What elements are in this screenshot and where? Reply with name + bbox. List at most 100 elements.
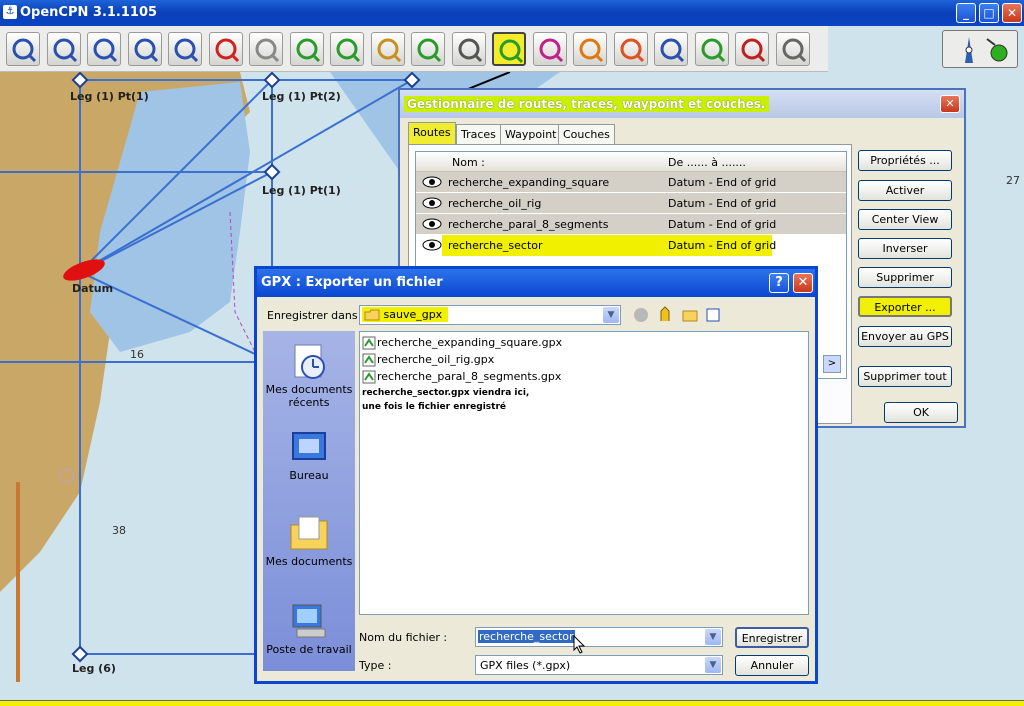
main-titlebar: ⚓ OpenCPN 3.1.1105 _ □ ✕ bbox=[0, 0, 1024, 26]
maximize-button[interactable]: □ bbox=[979, 3, 999, 23]
reverse-button[interactable]: Inverser bbox=[858, 238, 952, 259]
delete-button[interactable]: Supprimer bbox=[858, 267, 952, 288]
place-label: Mes documents bbox=[265, 555, 353, 568]
sunset-button[interactable] bbox=[573, 32, 607, 66]
zoom-out-button[interactable] bbox=[46, 32, 81, 66]
route-row[interactable]: recherche_expanding_square Datum - End of… bbox=[416, 172, 846, 193]
save-button[interactable]: Enregistrer bbox=[735, 627, 809, 648]
tab-routes[interactable]: Routes bbox=[408, 122, 456, 144]
save-in-label: Enregistrer dans : bbox=[267, 309, 365, 322]
center-view-button[interactable]: Center View bbox=[858, 209, 952, 230]
help-button[interactable]: ? bbox=[769, 273, 789, 293]
opencpn-app-icon: ⚓ bbox=[3, 5, 17, 19]
minimize-button[interactable]: _ bbox=[956, 3, 976, 23]
route-button[interactable] bbox=[168, 32, 202, 66]
view-menu-icon bbox=[706, 308, 720, 322]
autotrack-button[interactable] bbox=[775, 32, 810, 66]
place-my-computer[interactable]: Poste de travail bbox=[263, 601, 355, 656]
settings-button[interactable] bbox=[249, 32, 283, 66]
recent-documents-icon bbox=[294, 344, 325, 379]
type-combo[interactable]: GPX files (*.gpx) ▼ bbox=[475, 655, 723, 675]
compass-gps-box[interactable] bbox=[942, 30, 1018, 68]
scale-in-button[interactable] bbox=[87, 32, 121, 66]
print-button[interactable] bbox=[451, 32, 486, 66]
tab-waypoint[interactable]: Waypoint bbox=[500, 124, 562, 144]
file-item[interactable]: recherche_paral_8_segments.gpx bbox=[362, 370, 561, 384]
visibility-eye-icon[interactable] bbox=[422, 238, 442, 252]
ok-button[interactable]: OK bbox=[884, 402, 958, 423]
mark-button[interactable] bbox=[330, 32, 364, 66]
chevron-down-icon[interactable]: ▼ bbox=[705, 657, 721, 673]
up-folder-icon bbox=[660, 306, 670, 321]
file-list[interactable]: recherche_sector.gpx viendra ici, une fo… bbox=[359, 331, 809, 615]
scale-in-icon bbox=[93, 38, 118, 63]
filename-input[interactable]: recherche_sector ▼ bbox=[475, 627, 723, 647]
tide-button[interactable] bbox=[370, 32, 405, 66]
chevron-down-icon[interactable]: ▼ bbox=[603, 307, 619, 323]
routes-list-header: Nom : De ...... à ....... bbox=[416, 152, 846, 172]
route-row[interactable]: recherche_oil_rig Datum - End of grid bbox=[416, 193, 846, 214]
desktop-icon bbox=[292, 432, 326, 460]
properties-button[interactable]: Propriétés ... bbox=[858, 150, 952, 171]
filename-value: recherche_sector bbox=[478, 630, 575, 643]
type-value: GPX files (*.gpx) bbox=[480, 659, 571, 672]
route-manager-icon bbox=[499, 39, 524, 64]
waypoint-label: Leg (1) Pt(1) bbox=[262, 184, 341, 197]
place-desktop[interactable]: Bureau bbox=[263, 427, 355, 482]
scale-bar bbox=[16, 482, 20, 682]
ais-button[interactable] bbox=[694, 32, 729, 66]
mouse-cursor-icon bbox=[573, 635, 586, 654]
delete-all-button[interactable]: Supprimer tout bbox=[858, 366, 952, 387]
place-recent[interactable]: Mes documents récents bbox=[263, 341, 355, 409]
mob-button[interactable] bbox=[735, 32, 769, 66]
route-range: Datum - End of grid bbox=[668, 239, 777, 252]
send-to-gps-button[interactable]: Envoyer au GPS bbox=[858, 326, 952, 347]
route-manager-button[interactable] bbox=[492, 32, 526, 66]
route-manager-close-button[interactable]: ✕ bbox=[940, 95, 960, 113]
export-dialog-close-button[interactable]: ✕ bbox=[793, 273, 813, 293]
zoom-in-button[interactable] bbox=[6, 32, 40, 66]
scale-out-icon bbox=[134, 38, 158, 63]
depth-sounding: 16 bbox=[130, 348, 144, 361]
export-dialog-title: GPX : Exporter un fichier bbox=[261, 275, 443, 290]
place-my-documents[interactable]: Mes documents bbox=[263, 513, 355, 568]
save-in-combo[interactable]: sauve_gpx ▼ bbox=[359, 305, 621, 325]
export-dialog-titlebar: GPX : Exporter un fichier ? ✕ bbox=[257, 269, 815, 297]
file-item[interactable]: recherche_expanding_square.gpx bbox=[362, 336, 562, 350]
cancel-button[interactable]: Annuler bbox=[735, 655, 809, 676]
file-item[interactable]: recherche_oil_rig.gpx bbox=[362, 353, 494, 367]
gpx-file-icon bbox=[362, 370, 376, 384]
track-icon bbox=[539, 38, 563, 63]
column-range[interactable]: De ...... à ....... bbox=[668, 156, 746, 169]
export-dialog: GPX : Exporter un fichier ? ✕ Enregistre… bbox=[254, 266, 818, 684]
lifebuoy-icon bbox=[620, 38, 644, 63]
activate-button[interactable]: Activer bbox=[858, 180, 952, 201]
datum-label: Datum bbox=[72, 282, 114, 295]
close-button[interactable]: ✕ bbox=[1002, 3, 1022, 23]
lifebuoy-button[interactable] bbox=[613, 32, 648, 66]
scroll-right-button[interactable]: > bbox=[823, 355, 841, 373]
text-button[interactable] bbox=[289, 32, 324, 66]
route-manager-titlebar: Gestionnaire de routes, traces, waypoint… bbox=[400, 90, 964, 118]
route-row[interactable]: recherche_sector Datum - End of grid bbox=[416, 235, 846, 256]
route-row[interactable]: recherche_paral_8_segments Datum - End of… bbox=[416, 214, 846, 235]
column-name[interactable]: Nom : bbox=[452, 156, 485, 169]
save-in-value-wrap: sauve_gpx bbox=[362, 307, 449, 322]
visibility-eye-icon[interactable] bbox=[422, 196, 442, 210]
help-button[interactable] bbox=[654, 32, 688, 66]
tab-couches[interactable]: Couches bbox=[558, 124, 615, 144]
visibility-eye-icon[interactable] bbox=[422, 175, 442, 189]
mark-icon bbox=[336, 38, 361, 63]
depth-sounding: 38 bbox=[112, 524, 126, 537]
visibility-eye-icon[interactable] bbox=[422, 217, 442, 231]
export-button[interactable]: Exporter ... bbox=[858, 296, 952, 317]
route-range: Datum - End of grid bbox=[668, 176, 777, 189]
current-button[interactable] bbox=[411, 32, 445, 66]
zoom-out-icon bbox=[53, 38, 77, 63]
annotation-note: recherche_sector.gpx viendra ici, bbox=[362, 388, 530, 398]
chevron-down-icon[interactable]: ▼ bbox=[705, 629, 721, 645]
scale-out-button[interactable] bbox=[127, 32, 162, 66]
tab-traces[interactable]: Traces bbox=[456, 124, 501, 144]
track-button[interactable] bbox=[532, 32, 567, 66]
ship-button[interactable] bbox=[208, 32, 243, 66]
